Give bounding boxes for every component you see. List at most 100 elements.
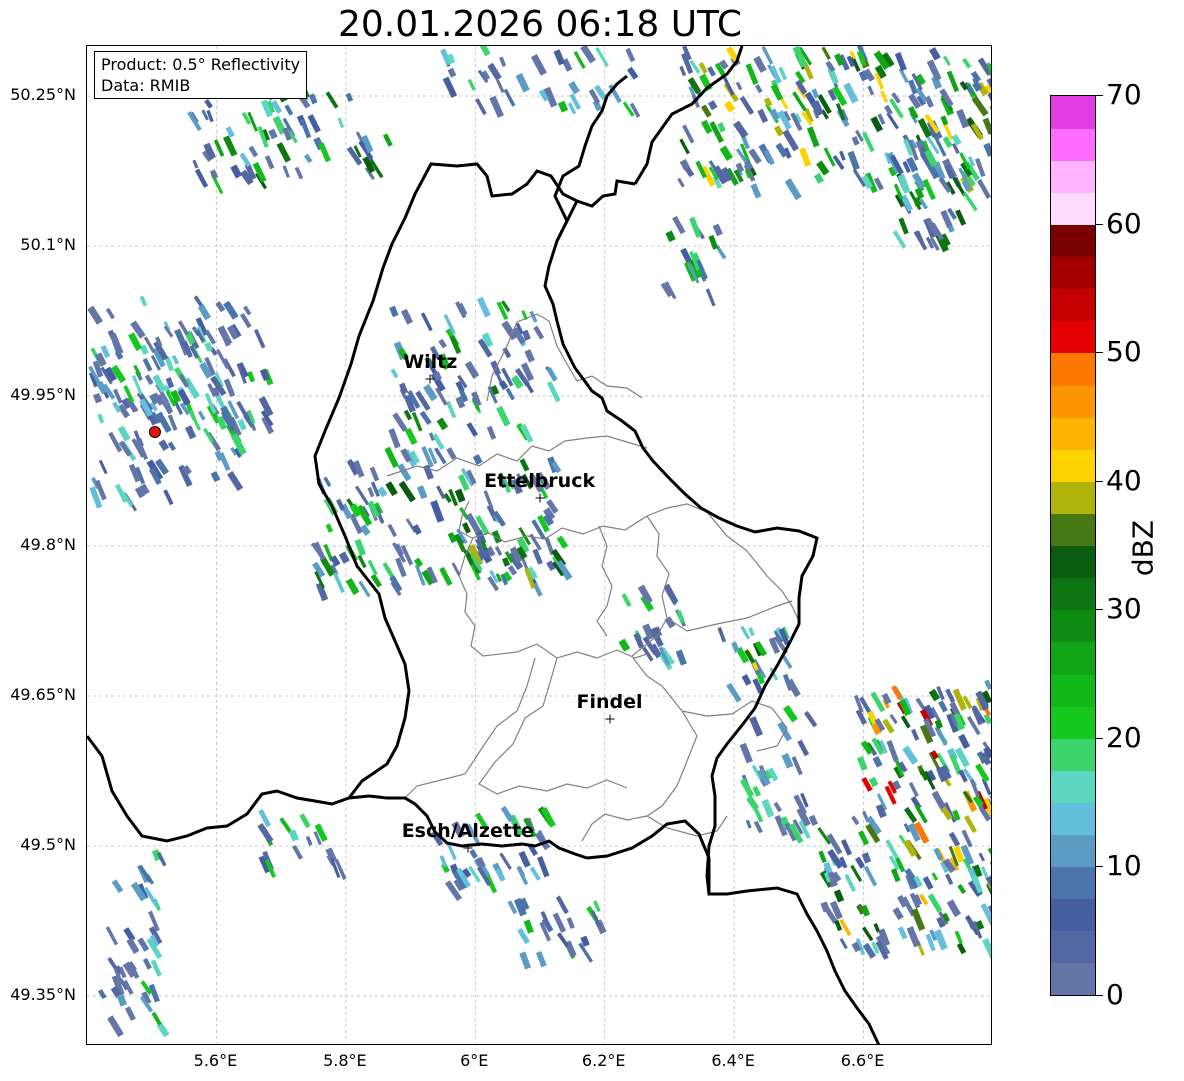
- radar-echo: [675, 649, 687, 666]
- radar-echo: [472, 454, 483, 465]
- radar-echo: [926, 59, 942, 82]
- colorbar-segment: [1051, 545, 1095, 579]
- radar-echo: [420, 312, 433, 332]
- colorbar-segment: [1051, 320, 1095, 354]
- radar-echo: [982, 117, 991, 135]
- radar-echo: [618, 638, 631, 652]
- radar-echo: [105, 307, 115, 320]
- radar-echo: [987, 847, 991, 860]
- radar-echo: [495, 867, 506, 882]
- radar-echo: [625, 47, 636, 63]
- colorbar-tick: [1096, 737, 1103, 739]
- radar-echo: [982, 938, 991, 959]
- radar-echo: [333, 572, 345, 594]
- radar-echo: [264, 155, 275, 170]
- radar-echo: [677, 177, 685, 188]
- longitude-tick-label: 5.8°E: [323, 1051, 367, 1070]
- radar-echo: [533, 325, 545, 340]
- radar-echo: [467, 78, 476, 91]
- radar-echo: [951, 133, 962, 146]
- radar-echo: [204, 98, 213, 109]
- radar-echo: [573, 50, 586, 69]
- radar-echo: [400, 308, 414, 325]
- radar-echo: [338, 551, 350, 564]
- france-border: [586, 819, 881, 1044]
- radar-echo: [117, 425, 131, 442]
- radar-echo: [964, 815, 978, 834]
- luxembourg-east-border: [543, 200, 819, 895]
- radar-echo: [755, 84, 763, 94]
- radar-echo: [557, 100, 569, 113]
- radar-echo: [745, 819, 752, 829]
- radar-echo: [719, 145, 733, 161]
- radar-echo: [568, 81, 580, 95]
- radar-echo: [839, 150, 846, 161]
- radar-echo: [209, 169, 219, 180]
- radar-echo: [825, 60, 836, 73]
- radar-echo: [797, 739, 810, 757]
- colorbar-segment: [1051, 577, 1095, 611]
- radar-echo: [355, 131, 363, 142]
- radar-echo: [206, 109, 214, 123]
- colorbar-segment: [1051, 930, 1095, 964]
- radar-echo: [884, 104, 893, 116]
- radar-echo: [592, 900, 601, 913]
- radar-echo: [958, 733, 971, 750]
- germany-luxembourg-northeast-border: [553, 74, 628, 242]
- radar-echo: [748, 148, 762, 165]
- radar-echo: [398, 480, 416, 503]
- radar-echo: [784, 178, 802, 201]
- latitude-tick-label: 49.35°N: [10, 985, 76, 1004]
- radar-echo: [445, 400, 457, 419]
- radar-echo: [345, 92, 354, 102]
- longitude-tick-label: 5.6°E: [193, 1051, 238, 1070]
- colorbar-segment: [1051, 192, 1095, 226]
- city-label: Esch/Alzette: [401, 820, 534, 842]
- colorbar-segment: [1051, 706, 1095, 739]
- colorbar-segment: [1051, 352, 1095, 386]
- radar-echo: [761, 46, 774, 65]
- radar-echo: [902, 745, 919, 765]
- radar-echo: [392, 412, 408, 432]
- radar-echo: [140, 344, 149, 355]
- radar-echo: [960, 844, 975, 866]
- colorbar-segment: [1051, 898, 1095, 932]
- radar-echo: [230, 164, 243, 179]
- radar-echo: [529, 533, 542, 551]
- radar-echo: [913, 230, 928, 251]
- radar-echo: [761, 798, 775, 818]
- radar-echo: [204, 329, 217, 345]
- radar-echo: [307, 114, 321, 134]
- radar-echo: [388, 428, 401, 449]
- city-label: Ettelbruck: [484, 470, 596, 492]
- radar-echo: [735, 81, 743, 91]
- radar-echo: [496, 405, 511, 427]
- radar-echo: [524, 349, 535, 363]
- colorbar-tick-label: 10: [1106, 849, 1142, 883]
- radar-echo: [862, 131, 875, 153]
- radar-echo: [299, 813, 311, 829]
- radar-echo: [851, 815, 860, 826]
- radar-echo: [337, 117, 345, 129]
- data-source-label: Data: RMIB: [101, 76, 191, 95]
- colorbar-segment: [1051, 641, 1095, 675]
- latitude-tick-label: 49.65°N: [10, 685, 76, 704]
- canton-boundary: [581, 657, 698, 842]
- radar-echo: [475, 98, 487, 116]
- radar-echo: [257, 822, 274, 844]
- radar-echo: [946, 899, 961, 918]
- radar-echo: [486, 425, 497, 440]
- radar-echo: [318, 142, 331, 163]
- radar-echo: [731, 641, 740, 653]
- radar-echo: [489, 95, 504, 118]
- radar-echo: [621, 593, 632, 607]
- radar-echo: [404, 427, 418, 446]
- radar-echo: [927, 893, 943, 913]
- radar-echo: [225, 126, 235, 138]
- colorbar-segment: [1051, 770, 1095, 803]
- radar-echo: [202, 427, 215, 444]
- radar-echo: [111, 879, 124, 894]
- radar-echo: [355, 485, 370, 506]
- radar-echo: [294, 166, 304, 180]
- radar-echo: [151, 1011, 162, 1026]
